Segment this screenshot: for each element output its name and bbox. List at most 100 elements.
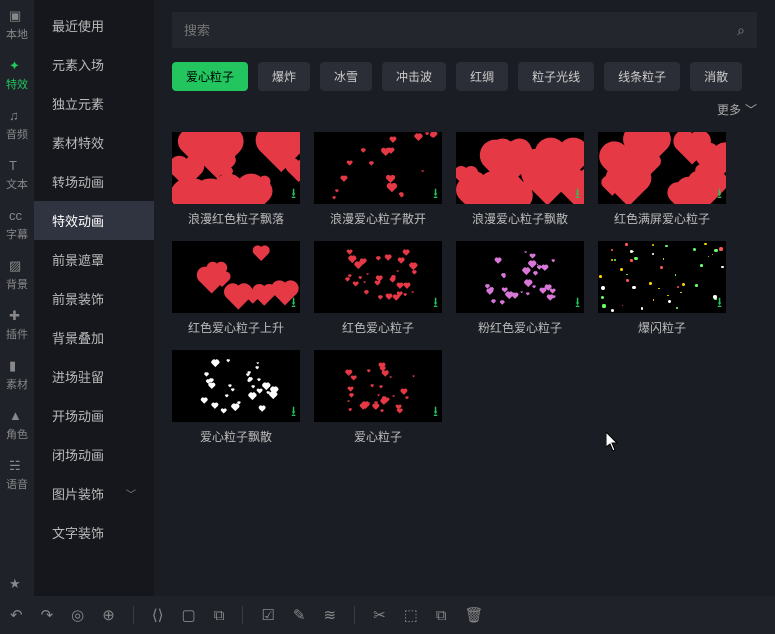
effects-icon: ✦ — [9, 58, 25, 74]
download-icon[interactable]: ⭳ — [575, 295, 580, 309]
download-icon[interactable]: ⭳ — [433, 186, 438, 200]
home-button[interactable]: ◎ — [71, 606, 84, 624]
filter-chip[interactable]: 冲击波 — [382, 62, 446, 91]
crop-button[interactable]: ▢ — [182, 606, 196, 624]
filter-chip[interactable]: 红绸 — [456, 62, 508, 91]
sidebar-item-label: 素材特效 — [52, 133, 104, 152]
sidebar-item-label: 独立元素 — [52, 94, 104, 113]
layers-button[interactable]: ≋ — [323, 606, 336, 624]
download-icon[interactable]: ⭳ — [717, 186, 722, 200]
bg-icon: ▨ — [9, 258, 25, 274]
sidebar-item-label: 前景装饰 — [52, 289, 104, 308]
filter-chip[interactable]: 爱心粒子 — [172, 62, 248, 91]
lock-button[interactable]: ⬚ — [404, 606, 418, 624]
download-icon[interactable]: ⭳ — [717, 295, 722, 309]
audio-icon: ♫ — [9, 108, 25, 124]
sidebar-item-label: 进场驻留 — [52, 367, 104, 386]
trash-button[interactable]: 🗑 — [465, 606, 484, 624]
sidebar-item-label: 最近使用 — [52, 16, 104, 35]
asset-thumbnail: ⭳ — [598, 241, 726, 313]
filters-more-button[interactable]: 更多﹀ — [717, 101, 757, 118]
nav-item-assets[interactable]: ▮素材 — [0, 354, 34, 396]
nav-item-label: 插件 — [6, 326, 28, 342]
cut-button[interactable]: ✂ — [373, 606, 386, 624]
asset-title: 爱心粒子飘散 — [172, 428, 300, 445]
nav-item-audio[interactable]: ♫音频 — [0, 104, 34, 146]
sidebar-item[interactable]: 图片装饰﹀ — [34, 474, 154, 513]
filter-chip[interactable]: 爆炸 — [258, 62, 310, 91]
asset-card[interactable]: ⭳ 红色爱心粒子 — [314, 241, 442, 336]
nav-item-subtitle[interactable]: cc字幕 — [0, 204, 34, 246]
sidebar-item[interactable]: 进场驻留 — [34, 357, 154, 396]
sidebar-item[interactable]: 文字装饰 — [34, 513, 154, 552]
target-button[interactable]: ⊕ — [102, 606, 115, 624]
nav-item-label: 文本 — [6, 176, 28, 192]
asset-card[interactable]: ⭳ 浪漫爱心粒子散开 — [314, 132, 442, 227]
search-bar[interactable]: ⌕ — [172, 12, 757, 48]
local-icon: ▣ — [9, 8, 25, 24]
redo-button[interactable]: ↷ — [41, 606, 54, 624]
asset-title: 红色爱心粒子 — [314, 319, 442, 336]
download-icon[interactable]: ⭳ — [291, 186, 296, 200]
asset-thumbnail: ⭳ — [314, 241, 442, 313]
subtitle-icon: cc — [9, 208, 25, 224]
asset-title: 浪漫爱心粒子散开 — [314, 210, 442, 227]
asset-title: 红色满屏爱心粒子 — [598, 210, 726, 227]
asset-card[interactable]: ⭳ 红色满屏爱心粒子 — [598, 132, 726, 227]
filter-chip[interactable]: 冰雪 — [320, 62, 372, 91]
sidebar-item[interactable]: 开场动画 — [34, 396, 154, 435]
filter-chip[interactable]: 消散 — [690, 62, 742, 91]
nav-item-local[interactable]: ▣本地 — [0, 4, 34, 46]
edit-button[interactable]: ✎ — [293, 606, 306, 624]
asset-card[interactable]: ⭳浪漫爱心粒子飘散 — [456, 132, 584, 227]
download-icon[interactable]: ⭳ — [291, 404, 296, 418]
asset-title: 爱心粒子 — [314, 428, 442, 445]
filter-chip[interactable]: 线条粒子 — [604, 62, 680, 91]
download-icon[interactable]: ⭳ — [433, 295, 438, 309]
sidebar-item[interactable]: 前景装饰 — [34, 279, 154, 318]
check-button[interactable]: ☑ — [261, 606, 274, 624]
asset-card[interactable]: ⭳ 粉红色爱心粒子 — [456, 241, 584, 336]
sidebar-item[interactable]: 素材特效 — [34, 123, 154, 162]
asset-title: 粉红色爱心粒子 — [456, 319, 584, 336]
asset-thumbnail: ⭳ — [456, 241, 584, 313]
sidebar-item[interactable]: 最近使用 — [34, 6, 154, 45]
download-icon[interactable]: ⭳ — [575, 186, 580, 200]
sidebar-item-label: 闭场动画 — [52, 445, 104, 464]
sidebar-item-label: 文字装饰 — [52, 523, 104, 542]
sidebar-item[interactable]: 元素入场 — [34, 45, 154, 84]
copy-button[interactable]: ⧉ — [436, 607, 447, 624]
plugin-icon: ✚ — [9, 308, 25, 324]
sidebar-item[interactable]: 背景叠加 — [34, 318, 154, 357]
nav-item-text[interactable]: T 文本 — [0, 154, 34, 196]
asset-card[interactable]: ⭳浪漫红色粒子飘落 — [172, 132, 300, 227]
nav-item-plugin[interactable]: ✚ 插件 — [0, 304, 34, 346]
filter-chip[interactable]: 粒子光线 — [518, 62, 594, 91]
download-icon[interactable]: ⭳ — [433, 404, 438, 418]
sidebar-item[interactable]: 前景遮罩 — [34, 240, 154, 279]
sidebar-item[interactable]: 独立元素 — [34, 84, 154, 123]
text-icon: T — [9, 158, 25, 174]
asset-card[interactable]: ⭳ 爱心粒子飘散 — [172, 350, 300, 445]
download-icon[interactable]: ⭳ — [291, 295, 296, 309]
duplicate-button[interactable]: ⧉ — [214, 607, 225, 624]
sidebar-item[interactable]: 闭场动画 — [34, 435, 154, 474]
aspect-button[interactable]: ⟨⟩ — [152, 606, 164, 624]
nav-item-fav[interactable]: ★ — [0, 572, 34, 596]
asset-card[interactable]: ⭳ 爆闪粒子 — [598, 241, 726, 336]
asset-thumbnail: ⭳ — [172, 132, 300, 204]
sidebar-item[interactable]: 特效动画 — [34, 201, 154, 240]
nav-item-role[interactable]: ▲角色 — [0, 404, 34, 446]
sidebar-item-label: 转场动画 — [52, 172, 104, 191]
asset-card[interactable]: ⭳ 爱心粒子 — [314, 350, 442, 445]
nav-item-effects[interactable]: ✦特效 — [0, 54, 34, 96]
star-icon: ★ — [9, 576, 25, 592]
undo-button[interactable]: ↶ — [10, 606, 23, 624]
asset-card[interactable]: ⭳红色爱心粒子上升 — [172, 241, 300, 336]
asset-title: 爆闪粒子 — [598, 319, 726, 336]
search-input[interactable] — [184, 23, 737, 38]
nav-item-voice[interactable]: ☵语音 — [0, 454, 34, 496]
sidebar-item[interactable]: 转场动画 — [34, 162, 154, 201]
nav-item-bg[interactable]: ▨背景 — [0, 254, 34, 296]
asset-thumbnail: ⭳ — [172, 241, 300, 313]
